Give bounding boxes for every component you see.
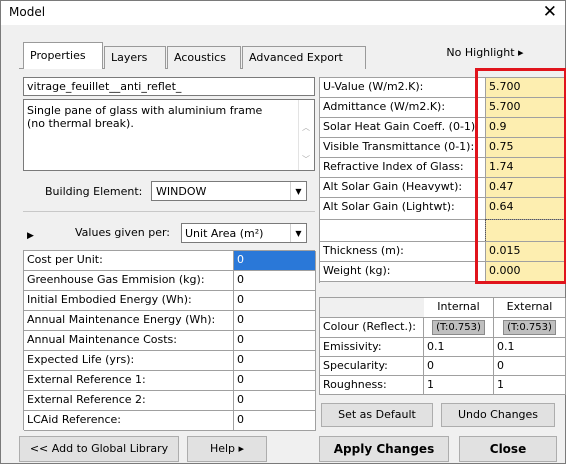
surface-header-blank bbox=[320, 298, 424, 318]
chevron-down-icon[interactable]: ▼ bbox=[290, 182, 306, 200]
cost-label: LCAid Reference: bbox=[24, 411, 234, 431]
colour-internal-cell[interactable]: (T:0.753) bbox=[424, 318, 494, 338]
close-window-icon[interactable]: ✕ bbox=[543, 2, 557, 22]
chevron-down-icon[interactable]: ▼ bbox=[290, 224, 306, 242]
tab-properties-label: Properties bbox=[30, 49, 86, 62]
cost-value-cell[interactable]: 0 bbox=[234, 291, 316, 311]
surface-label-roughness: Roughness: bbox=[320, 376, 424, 395]
description-scrollbar[interactable]: ︿ ﹀ bbox=[298, 100, 314, 170]
roughness-internal-cell[interactable]: 1 bbox=[424, 376, 494, 395]
colour-external-swatch[interactable]: (T:0.753) bbox=[503, 320, 556, 335]
cost-value-cell[interactable]: 0 bbox=[234, 371, 316, 391]
thermal-label: Alt Solar Gain (Heavywt): bbox=[320, 178, 486, 198]
colour-external-cell[interactable]: (T:0.753) bbox=[494, 318, 566, 338]
scroll-down-icon[interactable]: ﹀ bbox=[302, 154, 310, 165]
thermal-value-cell[interactable]: 0.9 bbox=[486, 118, 566, 138]
no-highlight-button[interactable]: No Highlight ▸ bbox=[409, 41, 561, 65]
help-button[interactable]: Help ▸ bbox=[187, 436, 267, 462]
building-element-label: Building Element: bbox=[45, 185, 143, 198]
thermal-label: Thickness (m): bbox=[320, 242, 486, 262]
thermal-label: U-Value (W/m2.K): bbox=[320, 78, 486, 98]
cost-label: Initial Embodied Energy (Wh): bbox=[24, 291, 234, 311]
cost-value-cell[interactable]: 0 bbox=[234, 351, 316, 371]
expand-arrow-icon[interactable]: ▶ bbox=[27, 231, 34, 241]
thermal-value-cell[interactable]: 0.015 bbox=[486, 242, 566, 262]
thermal-value-cell[interactable]: 0.000 bbox=[486, 262, 566, 282]
thermal-label-empty bbox=[320, 220, 486, 242]
apply-changes-button[interactable]: Apply Changes bbox=[319, 436, 449, 462]
cost-label: Greenhouse Gas Emmision (kg): bbox=[24, 271, 234, 291]
description-text: Single pane of glass with aluminium fram… bbox=[27, 104, 263, 130]
thermal-label: Solar Heat Gain Coeff. (0-1): bbox=[320, 118, 486, 138]
add-to-global-library-button[interactable]: << Add to Global Library bbox=[19, 436, 179, 462]
thermal-label: Admittance (W/m2.K): bbox=[320, 98, 486, 118]
divider bbox=[23, 211, 315, 212]
specularity-internal-cell[interactable]: 0 bbox=[424, 357, 494, 376]
cost-label: Cost per Unit: bbox=[24, 251, 234, 271]
thermal-value-cell[interactable] bbox=[485, 219, 566, 243]
building-element-value: WINDOW bbox=[156, 185, 207, 198]
thermal-table: U-Value (W/m2.K): 5.700 Admittance (W/m2.K… bbox=[319, 77, 566, 283]
thermal-value-cell[interactable]: 0.75 bbox=[486, 138, 566, 158]
cost-value-cell[interactable]: 0 bbox=[234, 331, 316, 351]
surface-label-specularity: Specularity: bbox=[320, 357, 424, 376]
set-as-default-button[interactable]: Set as Default bbox=[321, 403, 433, 427]
thermal-label: Visible Transmittance (0-1): bbox=[320, 138, 486, 158]
specularity-external-cell[interactable]: 0 bbox=[494, 357, 566, 376]
roughness-external-cell[interactable]: 1 bbox=[494, 376, 566, 395]
emissivity-internal-cell[interactable]: 0.1 bbox=[424, 338, 494, 357]
thermal-value-cell[interactable]: 5.700 bbox=[486, 98, 566, 118]
tab-advanced-export-label: Advanced Export bbox=[249, 51, 343, 64]
thermal-value-cell[interactable]: 0.47 bbox=[486, 178, 566, 198]
thermal-label: Weight (kg): bbox=[320, 262, 486, 282]
material-name-field[interactable]: vitrage_feuillet__anti_reflet_ bbox=[23, 77, 315, 96]
undo-changes-button[interactable]: Undo Changes bbox=[441, 403, 555, 427]
surface-header-internal: Internal bbox=[424, 298, 494, 318]
scroll-up-icon[interactable]: ︿ bbox=[302, 122, 310, 133]
surface-label-emissivity: Emissivity: bbox=[320, 338, 424, 357]
tab-advanced-export[interactable]: Advanced Export bbox=[242, 46, 366, 69]
thermal-value-cell[interactable]: 0.64 bbox=[486, 198, 566, 220]
cost-value-cell[interactable]: 0 bbox=[234, 251, 316, 271]
colour-internal-swatch[interactable]: (T:0.753) bbox=[432, 320, 485, 335]
thermal-label: Alt Solar Gain (Lightwt): bbox=[320, 198, 486, 220]
tab-acoustics[interactable]: Acoustics bbox=[167, 46, 241, 69]
cost-label: External Reference 1: bbox=[24, 371, 234, 391]
values-given-per-value: Unit Area (m²) bbox=[185, 227, 264, 240]
surface-label-colour: Colour (Reflect.): bbox=[320, 318, 424, 338]
cost-value-cell[interactable]: 0 bbox=[234, 391, 316, 411]
thermal-value-cell[interactable]: 1.74 bbox=[486, 158, 566, 178]
building-element-select[interactable]: WINDOW ▼ bbox=[151, 181, 307, 201]
surface-header-external: External bbox=[494, 298, 566, 318]
cost-value-cell[interactable]: 0 bbox=[234, 271, 316, 291]
tab-layers[interactable]: Layers bbox=[104, 46, 166, 69]
cost-value-cell[interactable]: 0 bbox=[234, 311, 316, 331]
title-bar: Model ✕ bbox=[1, 1, 565, 25]
values-given-per-select[interactable]: Unit Area (m²) ▼ bbox=[181, 223, 307, 243]
tab-acoustics-label: Acoustics bbox=[174, 51, 226, 64]
window-title: Model bbox=[9, 5, 46, 19]
cost-value-cell[interactable]: 0 bbox=[234, 411, 316, 431]
close-button[interactable]: Close bbox=[459, 436, 557, 462]
surface-table: Internal External Colour (Reflect.): (T:… bbox=[319, 297, 566, 395]
emissivity-external-cell[interactable]: 0.1 bbox=[494, 338, 566, 357]
tab-properties[interactable]: Properties bbox=[23, 42, 103, 69]
tab-layers-label: Layers bbox=[111, 51, 148, 64]
cost-label: Annual Maintenance Energy (Wh): bbox=[24, 311, 234, 331]
cost-label: Annual Maintenance Costs: bbox=[24, 331, 234, 351]
values-given-per-label: Values given per: bbox=[75, 226, 171, 239]
cost-label: External Reference 2: bbox=[24, 391, 234, 411]
description-box[interactable]: Single pane of glass with aluminium fram… bbox=[23, 99, 315, 171]
thermal-value-cell[interactable]: 5.700 bbox=[486, 78, 566, 98]
cost-label: Expected Life (yrs): bbox=[24, 351, 234, 371]
model-dialog: Model ✕ Properties Layers Acoustics Adva… bbox=[0, 0, 566, 464]
thermal-label: Refractive Index of Glass: bbox=[320, 158, 486, 178]
cost-table: Cost per Unit: 0 Greenhouse Gas Emmision (… bbox=[23, 250, 316, 431]
